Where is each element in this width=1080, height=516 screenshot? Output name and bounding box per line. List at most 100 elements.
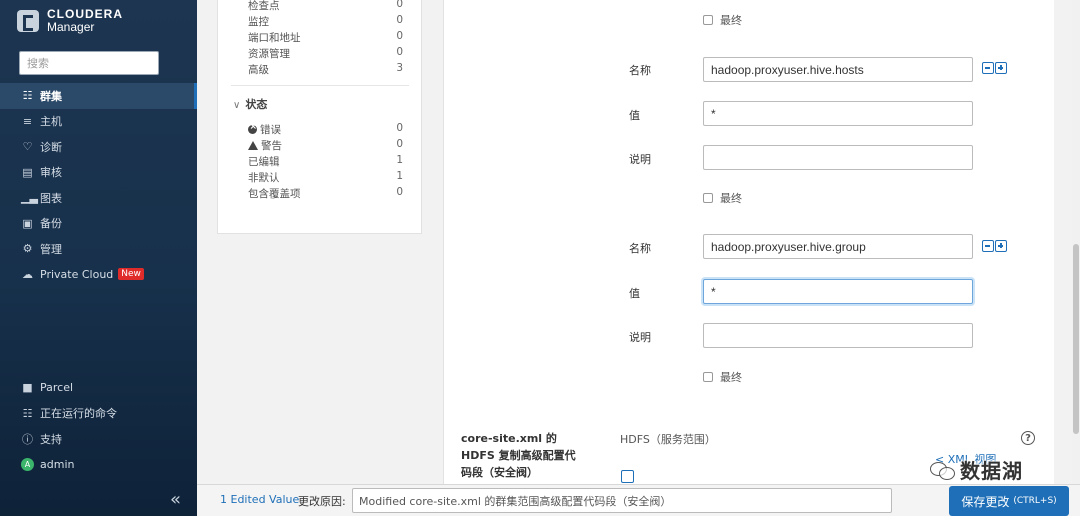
parcel-icon: ■ (22, 381, 33, 395)
sidebar-item-label: 备份 (40, 217, 62, 231)
property-description-input[interactable] (703, 145, 973, 170)
save-shortcut: (CTRL+S) (1013, 496, 1057, 506)
filter-label: 高级 (248, 64, 269, 76)
filter-item-non-default[interactable]: 非默认 1 (248, 170, 403, 185)
property-description-input[interactable] (703, 323, 973, 348)
warning-icon (248, 141, 258, 150)
brand[interactable]: CLOUDERA Manager (17, 8, 123, 34)
filter-item-ports[interactable]: 端口和地址 0 (248, 30, 403, 45)
filter-count: 0 (396, 14, 403, 26)
sidebar-item-parcel[interactable]: ■ Parcel (0, 375, 197, 401)
property-name-input[interactable] (703, 57, 973, 82)
diagnostics-icon: ♡ (22, 140, 33, 154)
remove-row-icon[interactable] (982, 240, 994, 252)
filter-label: 资源管理 (248, 48, 290, 60)
filter-item-edited[interactable]: 已编辑 1 (248, 154, 403, 169)
filter-count: 0 (396, 138, 403, 150)
avatar: A (21, 457, 34, 471)
property-value-input[interactable] (703, 101, 973, 126)
final-checkbox-row[interactable]: 最终 (703, 190, 742, 206)
status-filter-header[interactable]: ∨ 状态 (233, 96, 267, 112)
add-row-icon[interactable] (995, 240, 1007, 252)
final-checkbox-row[interactable]: 最终 (703, 369, 742, 385)
filter-label: 监控 (248, 16, 269, 28)
name-label: 名称 (629, 64, 651, 77)
filter-item-warning[interactable]: 警告 0 (248, 138, 403, 153)
final-label: 最终 (720, 14, 742, 27)
sidebar-search-input[interactable] (19, 51, 159, 75)
final-checkbox[interactable] (703, 372, 713, 382)
hosts-icon: ≡ (22, 114, 33, 128)
filter-item-advanced[interactable]: 高级 3 (248, 62, 403, 77)
sidebar-item-backup[interactable]: ▣ 备份 (0, 211, 197, 237)
description-label: 说明 (629, 153, 651, 166)
add-row-icon[interactable] (621, 470, 634, 483)
sidebar-item-clusters[interactable]: ☷ 群集 (0, 83, 197, 109)
scrollbar-thumb[interactable] (1073, 244, 1079, 434)
brand-text: CLOUDERA Manager (47, 8, 123, 34)
row-controls (982, 62, 1007, 74)
filter-label: 端口和地址 (248, 32, 301, 44)
filter-count: 1 (396, 170, 403, 182)
sidebar-item-running-commands[interactable]: ☷ 正在运行的命令 (0, 401, 197, 427)
filter-label: 非默认 (248, 172, 280, 184)
sidebar-item-label: 诊断 (40, 140, 62, 154)
help-icon[interactable]: ? (1021, 431, 1035, 445)
remove-row-icon[interactable] (982, 62, 994, 74)
filter-item-checkpoints[interactable]: 检查点 0 (248, 0, 403, 13)
edited-value-link[interactable]: 1 Edited Value (220, 493, 299, 506)
help-icon: ⓘ (22, 432, 33, 446)
final-checkbox-row[interactable]: 最终 (703, 12, 742, 28)
filter-count: 0 (396, 186, 403, 198)
sidebar-item-diagnostics[interactable]: ♡ 诊断 (0, 134, 197, 160)
error-icon (248, 122, 257, 134)
filter-item-monitoring[interactable]: 监控 0 (248, 14, 403, 29)
change-reason-input[interactable] (352, 488, 892, 513)
sidebar-item-admin[interactable]: A admin (0, 452, 197, 478)
backup-icon: ▣ (22, 216, 33, 230)
sidebar-item-label: 支持 (40, 432, 62, 446)
property-name-input[interactable] (703, 234, 973, 259)
final-checkbox[interactable] (703, 15, 713, 25)
sidebar-item-label: 管理 (40, 242, 62, 256)
commands-icon: ☷ (22, 406, 33, 420)
filter-count: 3 (396, 62, 403, 74)
name-label: 名称 (629, 242, 651, 255)
filter-item-resource-management[interactable]: 资源管理 0 (248, 46, 403, 61)
row-controls (982, 240, 1007, 252)
sidebar-item-private-cloud[interactable]: ☁ Private Cloud New (0, 262, 197, 288)
filter-label: 错误 (260, 124, 281, 136)
final-label: 最终 (720, 192, 742, 205)
sidebar-item-label: 审核 (40, 166, 62, 180)
property-value-input[interactable] (703, 279, 973, 304)
filter-label-wrap: 警告 (248, 138, 282, 153)
new-badge: New (118, 268, 144, 281)
final-label: 最终 (720, 371, 742, 384)
sidebar-item-administration[interactable]: ⚙ 管理 (0, 236, 197, 262)
filter-item-error[interactable]: 错误 0 (248, 122, 403, 137)
filter-label: 检查点 (248, 0, 280, 12)
save-changes-button[interactable]: 保存更改 (CTRL+S) (949, 486, 1069, 516)
filter-item-has-overrides[interactable]: 包含覆盖项 0 (248, 186, 403, 201)
sidebar-item-label: Parcel (40, 381, 74, 395)
sidebar-nav: ☷ 群集 ≡ 主机 ♡ 诊断 ▤ 审核 ▁▃ 图表 ▣ 备份 ⚙ 管理 ☁ Pr (0, 83, 197, 287)
sidebar-item-support[interactable]: ⓘ 支持 (0, 426, 197, 452)
filter-divider (231, 85, 409, 86)
sidebar-item-hosts[interactable]: ≡ 主机 (0, 109, 197, 135)
add-row-icon[interactable] (995, 62, 1007, 74)
sidebar: CLOUDERA Manager ☷ 群集 ≡ 主机 ♡ 诊断 ▤ 审核 ▁▃ … (0, 0, 197, 516)
watermark: 数据湖 (930, 455, 1023, 484)
filter-panel: 检查点 0 监控 0 端口和地址 0 资源管理 0 高级 3 ∨状态 错误 0 … (217, 0, 422, 234)
sidebar-item-label: 正在运行的命令 (40, 407, 117, 421)
filter-label: 已编辑 (248, 156, 280, 168)
clusters-icon: ☷ (22, 89, 33, 103)
sidebar-item-audit[interactable]: ▤ 审核 (0, 160, 197, 186)
value-label: 值 (629, 287, 640, 300)
final-checkbox[interactable] (703, 193, 713, 203)
wechat-logo-icon (930, 460, 956, 480)
sidebar-item-label: 主机 (40, 115, 62, 129)
collapse-sidebar-icon[interactable]: « (170, 489, 181, 510)
property-scope: HDFS（服务范围） (620, 433, 716, 446)
filter-label-wrap: 错误 (248, 122, 281, 137)
sidebar-item-charts[interactable]: ▁▃ 图表 (0, 185, 197, 211)
